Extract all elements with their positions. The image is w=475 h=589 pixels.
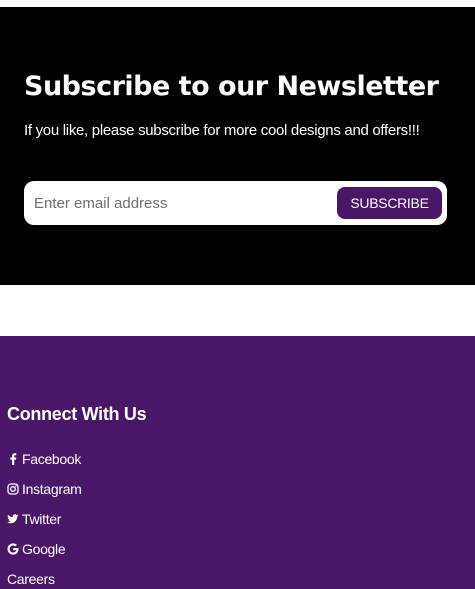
link-twitter[interactable]: Twitter <box>7 504 82 534</box>
link-instagram[interactable]: Instagram <box>7 474 82 504</box>
connect-heading: Connect With Us <box>7 404 147 424</box>
link-label: Instagram <box>22 481 82 497</box>
google-icon <box>7 543 19 555</box>
newsletter-subtitle: If you like, please subscribe for more c… <box>24 122 420 139</box>
newsletter-form: SUBSCRIBE <box>24 181 447 225</box>
newsletter-title: Subscribe to our Newsletter <box>24 71 439 102</box>
link-label: Facebook <box>22 451 82 467</box>
footer-section: Connect With Us Facebook Instagram Twitt… <box>0 336 475 589</box>
link-label: Twitter <box>22 511 62 527</box>
email-input[interactable] <box>24 181 337 225</box>
instagram-icon <box>7 483 19 495</box>
twitter-icon <box>7 513 19 525</box>
link-label: Google <box>22 541 66 557</box>
social-links-list: Facebook Instagram Twitter Google Career… <box>7 444 82 589</box>
link-careers[interactable]: Careers <box>7 564 82 589</box>
link-label: Careers <box>7 571 55 587</box>
facebook-icon <box>7 453 19 465</box>
link-google[interactable]: Google <box>7 534 82 564</box>
subscribe-button[interactable]: SUBSCRIBE <box>337 187 442 219</box>
link-facebook[interactable]: Facebook <box>7 444 82 474</box>
top-spacer <box>0 0 475 7</box>
newsletter-section: Subscribe to our Newsletter If you like,… <box>0 7 475 285</box>
section-divider <box>0 285 475 336</box>
